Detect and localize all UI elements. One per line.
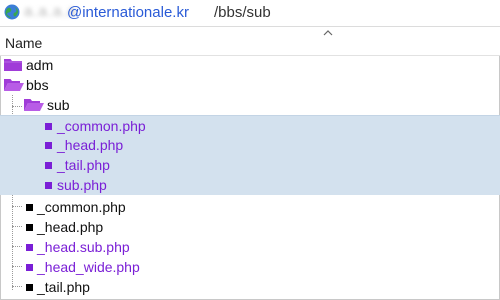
tree-row-sub-common[interactable]: _common.php: [0, 115, 500, 136]
tree-row-bbs[interactable]: bbs: [0, 75, 500, 95]
file-tree: adm bbs sub _common.php _head.php _tail.…: [0, 55, 500, 300]
tree-row-bbs-head[interactable]: _head.php: [0, 217, 500, 237]
tree-row-bbs-common[interactable]: _common.php: [0, 197, 500, 217]
tree-label: adm: [26, 57, 54, 73]
tree-label: _tail.php: [37, 279, 90, 295]
address-path[interactable]: /bbs/sub: [214, 4, 271, 22]
tree-row-bbs-head-wide[interactable]: _head_wide.php: [0, 257, 500, 277]
column-name-header[interactable]: Name: [5, 35, 42, 51]
file-icon: [26, 224, 33, 231]
php-file-icon: [26, 264, 33, 271]
sort-ascending-icon[interactable]: [323, 30, 333, 36]
tree-label: _head.sub.php: [37, 239, 130, 255]
tree-row-adm[interactable]: adm: [0, 55, 500, 75]
tree-label: _head.php: [37, 219, 104, 235]
tree-label: sub: [47, 97, 70, 113]
file-icon: [26, 204, 33, 211]
globe-icon: [4, 4, 20, 20]
php-file-icon: [45, 162, 52, 169]
tree-row-sub-tail[interactable]: _tail.php: [0, 155, 500, 175]
column-header: Name: [0, 27, 500, 56]
tree-label: _head_wide.php: [37, 259, 140, 275]
tree-label: _tail.php: [57, 157, 110, 173]
tree-row-bbs-tail[interactable]: _tail.php: [0, 277, 500, 297]
tree-label: _common.php: [57, 118, 146, 134]
php-file-icon: [45, 182, 52, 189]
tree-row-sub-head[interactable]: _head.php: [0, 135, 500, 155]
php-file-icon: [26, 244, 33, 251]
file-icon: [26, 284, 33, 291]
tree-row-bbs-head-sub[interactable]: _head.sub.php: [0, 237, 500, 257]
tree-row-sub-sub[interactable]: sub.php: [0, 175, 500, 195]
php-file-icon: [45, 142, 52, 149]
tree-label: sub.php: [57, 177, 107, 193]
php-file-icon: [45, 123, 52, 130]
address-bar[interactable]: a.a.a.a @internationale.kr /bbs/sub: [0, 0, 500, 27]
folder-open-icon: [24, 99, 44, 111]
address-host[interactable]: @internationale.kr: [67, 4, 189, 22]
folder-icon: [4, 59, 22, 71]
tree-row-sub[interactable]: sub: [0, 95, 500, 115]
tree-label: _head.php: [57, 137, 124, 153]
tree-label: _common.php: [37, 199, 126, 215]
tree-label: bbs: [26, 77, 49, 93]
folder-open-icon: [4, 79, 24, 91]
